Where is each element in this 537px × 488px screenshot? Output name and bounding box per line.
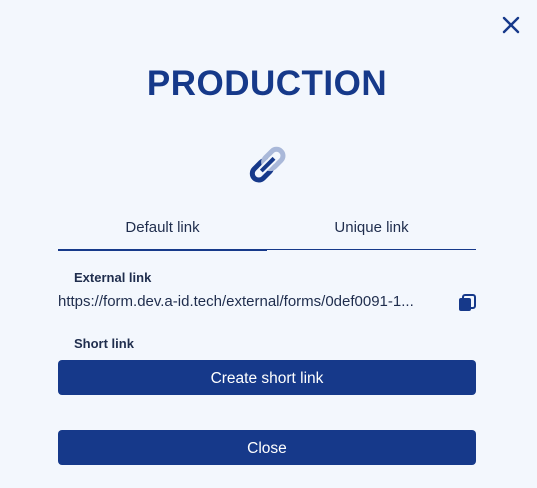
link-type-tabs: Default link Unique link <box>58 210 476 251</box>
dialog-title: PRODUCTION <box>146 64 388 103</box>
external-link-label: External link <box>74 270 152 285</box>
tab-default-link[interactable]: Default link <box>58 210 267 251</box>
short-link-label: Short link <box>74 336 134 351</box>
external-link-url: https://form.dev.a-id.tech/external/form… <box>58 293 414 310</box>
create-short-link-button[interactable]: Create short link <box>58 360 476 395</box>
close-icon[interactable] <box>500 14 522 36</box>
copy-icon[interactable] <box>458 294 476 312</box>
share-link-dialog: PRODUCTION Default link Unique link Exte… <box>0 0 537 488</box>
tab-unique-link[interactable]: Unique link <box>267 210 476 249</box>
link-chain-icon <box>249 146 286 183</box>
close-button[interactable]: Close <box>58 430 476 465</box>
